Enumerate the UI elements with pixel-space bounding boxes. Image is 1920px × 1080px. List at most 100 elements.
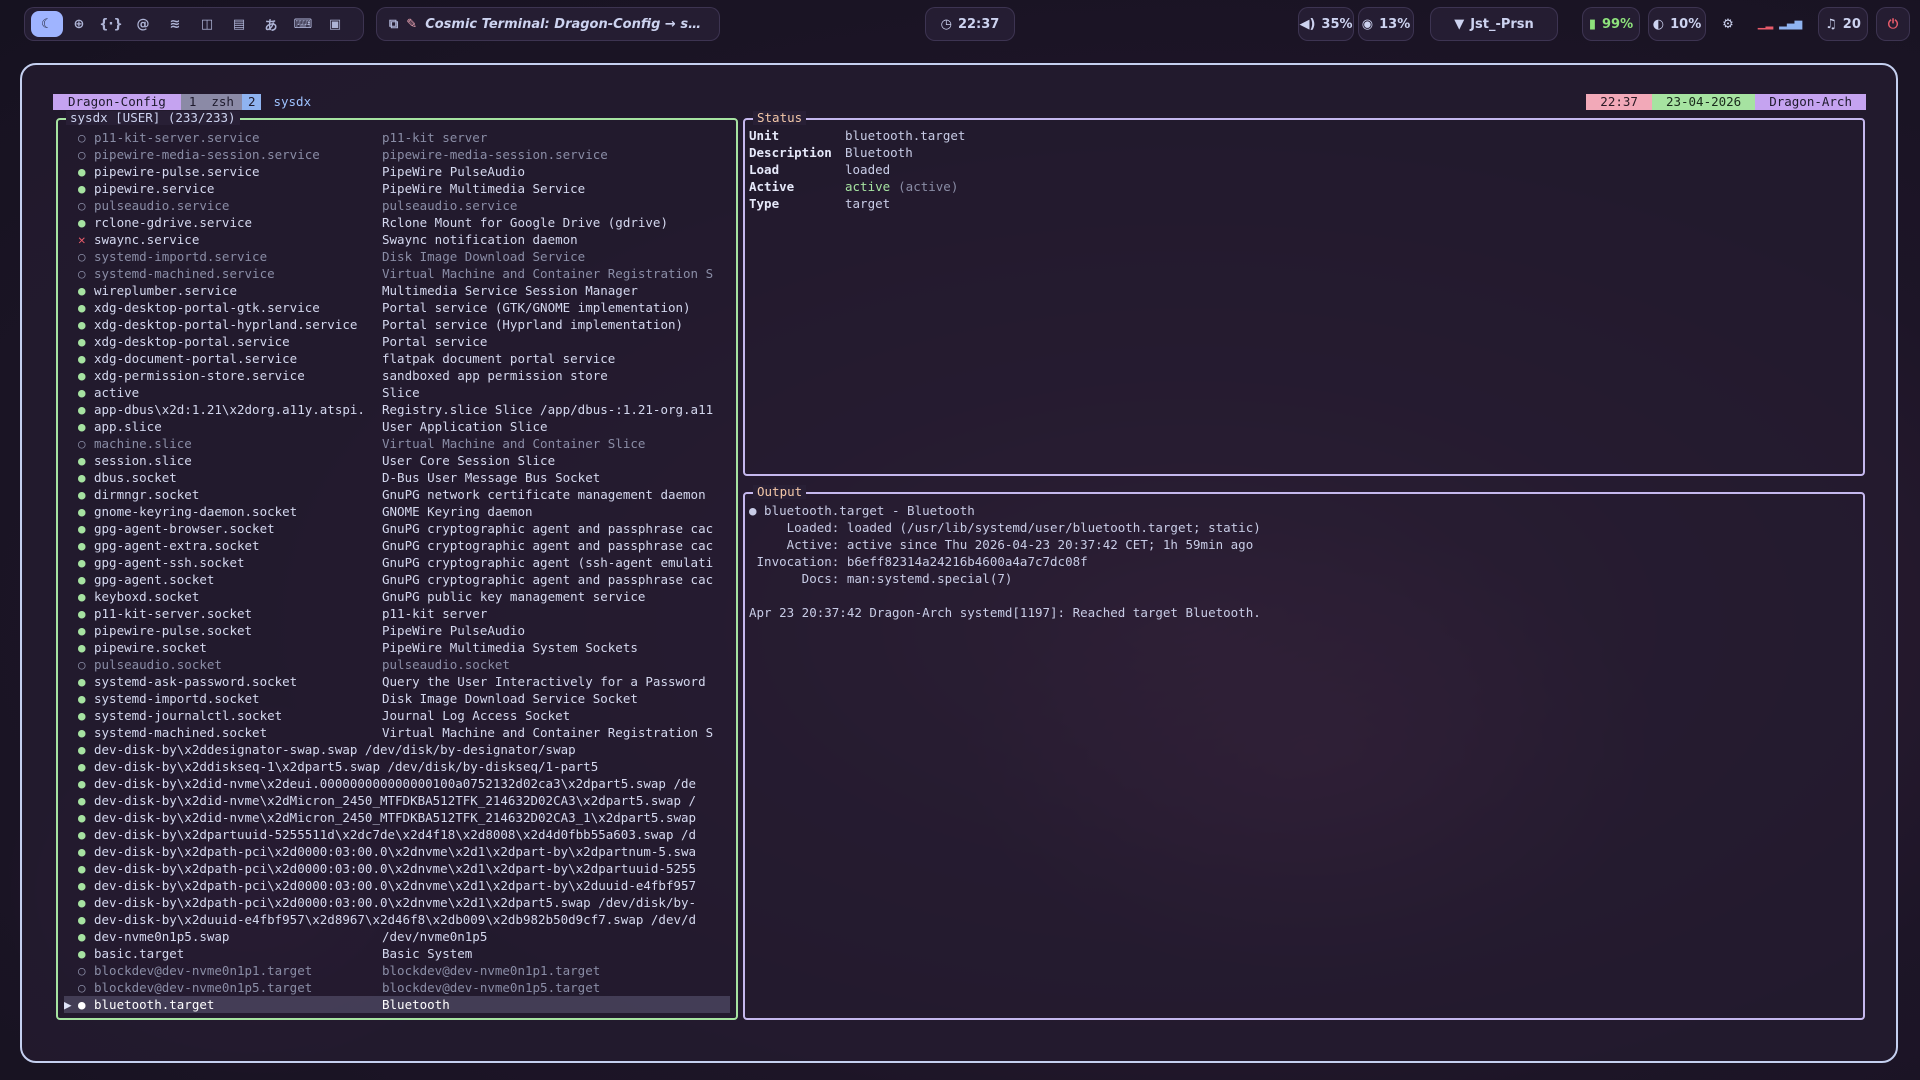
workspace-3-button[interactable]: {·} bbox=[95, 11, 127, 37]
cpu-widget[interactable]: ◉ 13% bbox=[1358, 7, 1414, 41]
unit-name: gpg-agent.socket bbox=[94, 572, 215, 587]
unit-row[interactable]: ○ blockdev@dev-nvme0n1p5.target blockdev@d… bbox=[64, 979, 730, 996]
tmux-window-1[interactable]: 1 zsh bbox=[180, 94, 242, 110]
notifications-widget[interactable]: ♫ 20 bbox=[1818, 7, 1868, 41]
unit-description: blockdev@dev-nvme0n1p5.target bbox=[382, 980, 601, 995]
unit-row[interactable]: ○ pipewire-media-session.service pipewire-… bbox=[64, 146, 730, 163]
unit-row[interactable]: ○ pulseaudio.service pulseaudio.service bbox=[64, 197, 730, 214]
unit-row[interactable]: ● xdg-document-portal.service flatpak docu… bbox=[64, 350, 730, 367]
brightness-icon: ◐ bbox=[1652, 16, 1665, 32]
unit-row[interactable]: ● dev-disk-by\x2dpath-pci\x2d0000:03:00.0… bbox=[64, 877, 730, 894]
clock-widget[interactable]: ◷ 22:37 bbox=[925, 7, 1015, 41]
unit-description: flatpak document portal service bbox=[382, 351, 616, 366]
unit-row[interactable]: ● dev-disk-by\x2dpartuuid-5255511d\x2dc7d… bbox=[64, 826, 730, 843]
battery-widget[interactable]: ▮ 99% bbox=[1582, 7, 1640, 41]
unit-name: p11-kit-server.socket bbox=[94, 606, 253, 621]
unit-name: dev-disk-by\x2dpartuuid-5255511d\x2dc7de… bbox=[94, 827, 697, 842]
unit-row[interactable]: ● rclone-gdrive.service Rclone Mount for G… bbox=[64, 214, 730, 231]
unit-row[interactable]: ✕ swaync.service Swaync notification daemo… bbox=[64, 231, 730, 248]
unit-row[interactable]: ● dev-disk-by\x2did-nvme\x2dMicron_2450_M… bbox=[64, 792, 730, 809]
unit-row-selected[interactable]: ▶ ● bluetooth.target Bluetooth bbox=[64, 996, 730, 1013]
unit-row[interactable]: ● gpg-agent-extra.socket GnuPG cryptograph… bbox=[64, 537, 730, 554]
workspace-1-button[interactable]: ☾ bbox=[31, 11, 63, 37]
unit-row[interactable]: ● xdg-desktop-portal-hyprland.service Port… bbox=[64, 316, 730, 333]
workspace-10-button[interactable]: ▣ bbox=[319, 11, 351, 37]
workspace-8-button[interactable]: あ bbox=[255, 11, 287, 37]
unit-row[interactable]: ● dev-disk-by\x2dpath-pci\x2d0000:03:00.0… bbox=[64, 843, 730, 860]
unit-row[interactable]: ● wireplumber.service Multimedia Service S… bbox=[64, 282, 730, 299]
unit-row[interactable]: ● gpg-agent-browser.socket GnuPG cryptogra… bbox=[64, 520, 730, 537]
unit-row[interactable]: ● dirmngr.socket GnuPG network certificate… bbox=[64, 486, 730, 503]
unit-list-panel[interactable]: sysdx [USER] (233/233) ○ p11-kit-server.s… bbox=[56, 111, 738, 1020]
unit-row[interactable]: ● dbus.socket D-Bus User Message Bus Socke… bbox=[64, 469, 730, 486]
workspace-7-button[interactable]: ▤ bbox=[223, 11, 255, 37]
spiral-icon: @ bbox=[136, 16, 150, 32]
unit-state-active-icon: ● bbox=[78, 878, 86, 893]
unit-row[interactable]: ● basic.target Basic System bbox=[64, 945, 730, 962]
unit-row[interactable]: ● dev-disk-by\x2duuid-e4fbf957\x2d8967\x2… bbox=[64, 911, 730, 928]
unit-name: xdg-desktop-portal-gtk.service bbox=[94, 300, 320, 315]
unit-row[interactable]: ● systemd-journalctl.socket Journal Log Ac… bbox=[64, 707, 730, 724]
status-value: target bbox=[845, 195, 890, 212]
unit-name: pipewire-media-session.service bbox=[94, 147, 320, 162]
workspace-6-button[interactable]: ◫ bbox=[191, 11, 223, 37]
workspace-2-button[interactable]: ⊕ bbox=[63, 11, 95, 37]
status-value-text: active bbox=[845, 179, 891, 194]
clock-time: 22:37 bbox=[957, 16, 1000, 32]
unit-row[interactable]: ● systemd-ask-password.socket Query the Us… bbox=[64, 673, 730, 690]
unit-row[interactable]: ○ p11-kit-server.service p11-kit server bbox=[64, 129, 730, 146]
unit-row[interactable]: ● pipewire-pulse.service PipeWire PulseAud… bbox=[64, 163, 730, 180]
unit-row[interactable]: ● dev-disk-by\x2dpath-pci\x2d0000:03:00.0… bbox=[64, 860, 730, 877]
unit-row[interactable]: ○ pulseaudio.socket pulseaudio.socket bbox=[64, 656, 730, 673]
tmux-window-2[interactable]: 2 sysdx bbox=[241, 94, 319, 110]
unit-row[interactable]: ● app-dbus\x2d:1.21\x2dorg.a11y.atspi. Reg… bbox=[64, 401, 730, 418]
workspace-9-button[interactable]: ⌨ bbox=[287, 11, 319, 37]
unit-row[interactable]: ● dev-disk-by\x2did-nvme\x2deui.000000000… bbox=[64, 775, 730, 792]
unit-row[interactable]: ● xdg-desktop-portal.service Portal servic… bbox=[64, 333, 730, 350]
settings-button[interactable]: ⚙ bbox=[1712, 7, 1744, 41]
unit-list-title: sysdx [USER] (233/233) bbox=[66, 111, 240, 125]
unit-name: swaync.service bbox=[94, 232, 200, 247]
unit-row[interactable]: ○ systemd-importd.service Disk Image Downl… bbox=[64, 248, 730, 265]
unit-row[interactable]: ○ systemd-machined.service Virtual Machine… bbox=[64, 265, 730, 282]
terminal-app-icon: ✎ bbox=[406, 16, 418, 32]
unit-description: pipewire-media-session.service bbox=[382, 147, 608, 162]
unit-row[interactable]: ○ blockdev@dev-nvme0n1p1.target blockdev@d… bbox=[64, 962, 730, 979]
unit-row[interactable]: ● systemd-machined.socket Virtual Machine … bbox=[64, 724, 730, 741]
output-panel[interactable]: Output ● bluetooth.target - Bluetooth Lo… bbox=[743, 485, 1865, 1020]
unit-row[interactable]: ● xdg-desktop-portal-gtk.service Portal se… bbox=[64, 299, 730, 316]
unit-row[interactable]: ● dev-disk-by\x2ddesignator-swap.swap /de… bbox=[64, 741, 730, 758]
workspace-4-button[interactable]: @ bbox=[127, 11, 159, 37]
workspace-5-button[interactable]: ≋ bbox=[159, 11, 191, 37]
unit-row[interactable]: ● pipewire-pulse.socket PipeWire PulseAudi… bbox=[64, 622, 730, 639]
unit-row[interactable]: ● app.slice User Application Slice bbox=[64, 418, 730, 435]
unit-name: gpg-agent-extra.socket bbox=[94, 538, 260, 553]
unit-row[interactable]: ● dev-disk-by\x2dpath-pci\x2d0000:03:00.0… bbox=[64, 894, 730, 911]
unit-row[interactable]: ● gnome-keyring-daemon.socket GNOME Keyrin… bbox=[64, 503, 730, 520]
tmux-window-2-name: sysdx bbox=[273, 94, 312, 109]
active-window-title[interactable]: ⧉ ✎ Cosmic Terminal: Dragon-Config → s… bbox=[376, 7, 720, 41]
unit-row[interactable]: ● active Slice bbox=[64, 384, 730, 401]
network-widget[interactable]: ▼ Jst_-Prsn bbox=[1430, 7, 1558, 41]
unit-state-active-icon: ● bbox=[78, 674, 86, 689]
volume-widget[interactable]: ◀) 35% bbox=[1298, 7, 1354, 41]
unit-row[interactable]: ● session.slice User Core Session Slice bbox=[64, 452, 730, 469]
unit-row[interactable]: ○ machine.slice Virtual Machine and Contai… bbox=[64, 435, 730, 452]
unit-description: Virtual Machine and Container Registrati… bbox=[382, 266, 714, 281]
unit-row[interactable]: ● p11-kit-server.socket p11-kit server bbox=[64, 605, 730, 622]
unit-row[interactable]: ● pipewire.service PipeWire Multimedia Ser… bbox=[64, 180, 730, 197]
unit-row[interactable]: ● dev-nvme0n1p5.swap/dev/nvme0n1p5 bbox=[64, 928, 730, 945]
unit-row[interactable]: ● pipewire.socket PipeWire Multimedia Syst… bbox=[64, 639, 730, 656]
unit-row[interactable]: ● gpg-agent.socket GnuPG cryptographic age… bbox=[64, 571, 730, 588]
unit-name: xdg-document-portal.service bbox=[94, 351, 298, 366]
unit-row[interactable]: ● keyboxd.socket GnuPG public key manageme… bbox=[64, 588, 730, 605]
unit-row[interactable]: ● xdg-permission-store.service sandboxed a… bbox=[64, 367, 730, 384]
unit-state-active-icon: ● bbox=[78, 300, 86, 315]
unit-row[interactable]: ● systemd-importd.socket Disk Image Downlo… bbox=[64, 690, 730, 707]
unit-row[interactable]: ● dev-disk-by\x2ddiskseq-1\x2dpart5.swap … bbox=[64, 758, 730, 775]
tmux-session-name[interactable]: Dragon-Config bbox=[53, 94, 181, 110]
brightness-widget[interactable]: ◐ 10% bbox=[1648, 7, 1706, 41]
power-button[interactable]: ⏻ bbox=[1876, 7, 1910, 41]
unit-row[interactable]: ● dev-disk-by\x2did-nvme\x2dMicron_2450_M… bbox=[64, 809, 730, 826]
unit-row[interactable]: ● gpg-agent-ssh.socket GnuPG cryptographic… bbox=[64, 554, 730, 571]
